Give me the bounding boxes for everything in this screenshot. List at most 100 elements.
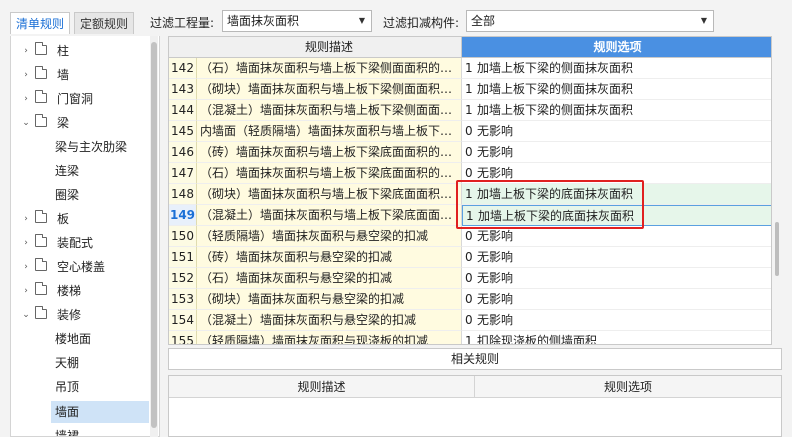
option-text: 无影响 xyxy=(477,313,514,327)
expand-icon[interactable]: › xyxy=(21,231,31,255)
table-row[interactable]: 143 （砌块）墙面抹灰面积与墙上板下梁侧面面积… 1 加墙上板下梁的侧面抹灰面积 xyxy=(169,79,771,100)
row-number-header xyxy=(169,37,197,58)
highlight-annotation-box xyxy=(456,180,644,229)
tree-item-door-window[interactable]: › 门窗洞 xyxy=(11,87,151,111)
row-number: 155 xyxy=(169,331,197,344)
folder-icon xyxy=(35,90,47,103)
option-code: 0 xyxy=(465,124,473,138)
tree-item-hollow-floor[interactable]: › 空心楼盖 xyxy=(11,255,151,279)
option-code: 0 xyxy=(465,271,473,285)
folder-icon xyxy=(35,42,47,55)
rule-option[interactable]: 0 无影响 xyxy=(462,247,771,268)
table-row[interactable]: 142 （石）墙面抹灰面积与墙上板下梁侧面面积的… 1 加墙上板下梁的侧面抹灰面积 xyxy=(169,58,771,79)
rule-option[interactable]: 0 无影响 xyxy=(462,289,771,310)
table-row[interactable]: 152 （石）墙面抹灰面积与悬空梁的扣减 0 无影响 xyxy=(169,268,771,289)
row-number: 151 xyxy=(169,247,197,268)
expand-icon[interactable]: › xyxy=(21,87,31,111)
expand-icon[interactable]: › xyxy=(21,255,31,279)
expand-icon[interactable]: › xyxy=(21,39,31,63)
expand-icon[interactable]: › xyxy=(21,63,31,87)
tree-item-decoration[interactable]: ⌄ 装修 xyxy=(11,303,151,327)
filter-deduct-select[interactable]: 全部 ▼ xyxy=(466,10,714,32)
option-code: 1 xyxy=(465,61,473,75)
tree-item-label: 楼梯 xyxy=(57,284,82,298)
table-row[interactable]: 150 （轻质隔墙）墙面抹灰面积与悬空梁的扣减 0 无影响 xyxy=(169,226,771,247)
option-text: 无影响 xyxy=(477,124,514,138)
rule-desc: （混凝土）墙面抹灰面积与墙上板下梁底面面… xyxy=(197,205,462,226)
option-code: 0 xyxy=(465,292,473,306)
rule-option[interactable]: 1 扣除现浇板的侧墙面积 xyxy=(462,331,771,344)
grid-scrollbar[interactable] xyxy=(772,36,782,345)
tree-child-floor[interactable]: 楼地面 xyxy=(51,328,95,350)
component-tree: › 柱 › 墙 › 门窗洞 ⌄ 梁 梁与主次肋梁 连梁 圈梁 › 板 › 装配式… xyxy=(10,36,160,437)
option-text: 加墙上板下梁的侧面抹灰面积 xyxy=(477,82,634,96)
tree-item-stairs[interactable]: › 楼梯 xyxy=(11,279,151,303)
scrollbar-thumb[interactable] xyxy=(775,222,779,276)
table-row[interactable]: 144 （混凝土）墙面抹灰面积与墙上板下梁侧面面… 1 加墙上板下梁的侧面抹灰面积 xyxy=(169,100,771,121)
tree-item-label: 板 xyxy=(57,212,70,226)
table-row[interactable]: 155 （轻质隔墙）墙面抹灰面积与现浇板的扣减 1 扣除现浇板的侧墙面积 xyxy=(169,331,771,344)
tree-item-wall[interactable]: › 墙 xyxy=(11,63,151,87)
chevron-down-icon: ▼ xyxy=(700,16,707,25)
option-code: 0 xyxy=(465,250,473,264)
tree-child-link-beam[interactable]: 连梁 xyxy=(51,160,83,182)
col-header-desc[interactable]: 规则描述 xyxy=(197,37,462,58)
tab-quota-rules[interactable]: 定额规则 xyxy=(74,12,134,34)
collapse-icon[interactable]: ⌄ xyxy=(21,303,31,327)
chevron-down-icon: ▼ xyxy=(358,16,365,25)
related-col-desc[interactable]: 规则描述 xyxy=(169,376,475,398)
rule-option[interactable]: 0 无影响 xyxy=(462,121,771,142)
scrollbar-thumb[interactable] xyxy=(151,42,157,428)
tree-child-ceiling[interactable]: 天棚 xyxy=(51,352,83,374)
tree-child-wall-surface[interactable]: 墙面 xyxy=(51,401,149,423)
folder-icon xyxy=(35,210,47,223)
table-row[interactable]: 151 （砖）墙面抹灰面积与悬空梁的扣减 0 无影响 xyxy=(169,247,771,268)
expand-icon[interactable]: › xyxy=(21,279,31,303)
table-row[interactable]: 145 内墙面（轻质隔墙）墙面抹灰面积与墙上板下… 0 无影响 xyxy=(169,121,771,142)
table-row[interactable]: 153 （砌块）墙面抹灰面积与悬空梁的扣减 0 无影响 xyxy=(169,289,771,310)
row-number: 150 xyxy=(169,226,197,247)
filter-quantity-select[interactable]: 墙面抹灰面积 ▼ xyxy=(222,10,372,32)
related-rules-grid: 规则描述 规则选项 xyxy=(168,375,782,437)
option-code: 1 xyxy=(465,82,473,96)
filter-deduct-value: 全部 xyxy=(471,14,496,28)
tree-child-suspended-ceiling[interactable]: 吊顶 xyxy=(51,376,83,398)
tree-child-dado[interactable]: 墙裙 xyxy=(51,425,83,436)
tree-item-beam[interactable]: ⌄ 梁 xyxy=(11,111,151,135)
rule-option[interactable]: 0 无影响 xyxy=(462,142,771,163)
row-number: 152 xyxy=(169,268,197,289)
folder-icon xyxy=(35,234,47,247)
table-row[interactable]: 146 （砖）墙面抹灰面积与墙上板下梁底面面积的… 0 无影响 xyxy=(169,142,771,163)
option-code: 0 xyxy=(465,229,473,243)
rule-desc: 内墙面（轻质隔墙）墙面抹灰面积与墙上板下… xyxy=(197,121,462,142)
row-number: 142 xyxy=(169,58,197,79)
expand-icon[interactable]: › xyxy=(21,207,31,231)
row-number: 143 xyxy=(169,79,197,100)
related-col-option[interactable]: 规则选项 xyxy=(475,376,781,398)
rule-option[interactable]: 0 无影响 xyxy=(462,226,771,247)
option-text: 加墙上板下梁的侧面抹灰面积 xyxy=(477,61,634,75)
tree-item-column[interactable]: › 柱 xyxy=(11,39,151,63)
tree-item-prefab[interactable]: › 装配式 xyxy=(11,231,151,255)
rule-option[interactable]: 1 加墙上板下梁的侧面抹灰面积 xyxy=(462,100,771,121)
row-number: 153 xyxy=(169,289,197,310)
tree-child-main-beam[interactable]: 梁与主次肋梁 xyxy=(51,136,131,158)
tree-item-slab[interactable]: › 板 xyxy=(11,207,151,231)
rule-desc: （砖）墙面抹灰面积与墙上板下梁底面面积的… xyxy=(197,142,462,163)
rule-option[interactable]: 1 加墙上板下梁的侧面抹灰面积 xyxy=(462,79,771,100)
tree-item-label: 柱 xyxy=(57,44,70,58)
tree-child-ring-beam[interactable]: 圈梁 xyxy=(51,184,83,206)
tab-bill-rules[interactable]: 清单规则 xyxy=(10,12,70,34)
rule-option[interactable]: 0 无影响 xyxy=(462,310,771,331)
tree-scrollbar[interactable] xyxy=(150,36,158,437)
table-row[interactable]: 154 （混凝土）墙面抹灰面积与悬空梁的扣减 0 无影响 xyxy=(169,310,771,331)
rule-desc: （混凝土）墙面抹灰面积与悬空梁的扣减 xyxy=(197,310,462,331)
rule-desc: （混凝土）墙面抹灰面积与墙上板下梁侧面面… xyxy=(197,100,462,121)
rule-option[interactable]: 0 无影响 xyxy=(462,268,771,289)
rule-desc: （砖）墙面抹灰面积与悬空梁的扣减 xyxy=(197,247,462,268)
collapse-icon[interactable]: ⌄ xyxy=(21,111,31,135)
related-rules-button[interactable]: 相关规则 xyxy=(168,348,782,370)
col-header-option[interactable]: 规则选项 xyxy=(462,37,771,58)
rule-option[interactable]: 1 加墙上板下梁的侧面抹灰面积 xyxy=(462,58,771,79)
rule-desc: （石）墙面抹灰面积与墙上板下梁底面面积的… xyxy=(197,163,462,184)
